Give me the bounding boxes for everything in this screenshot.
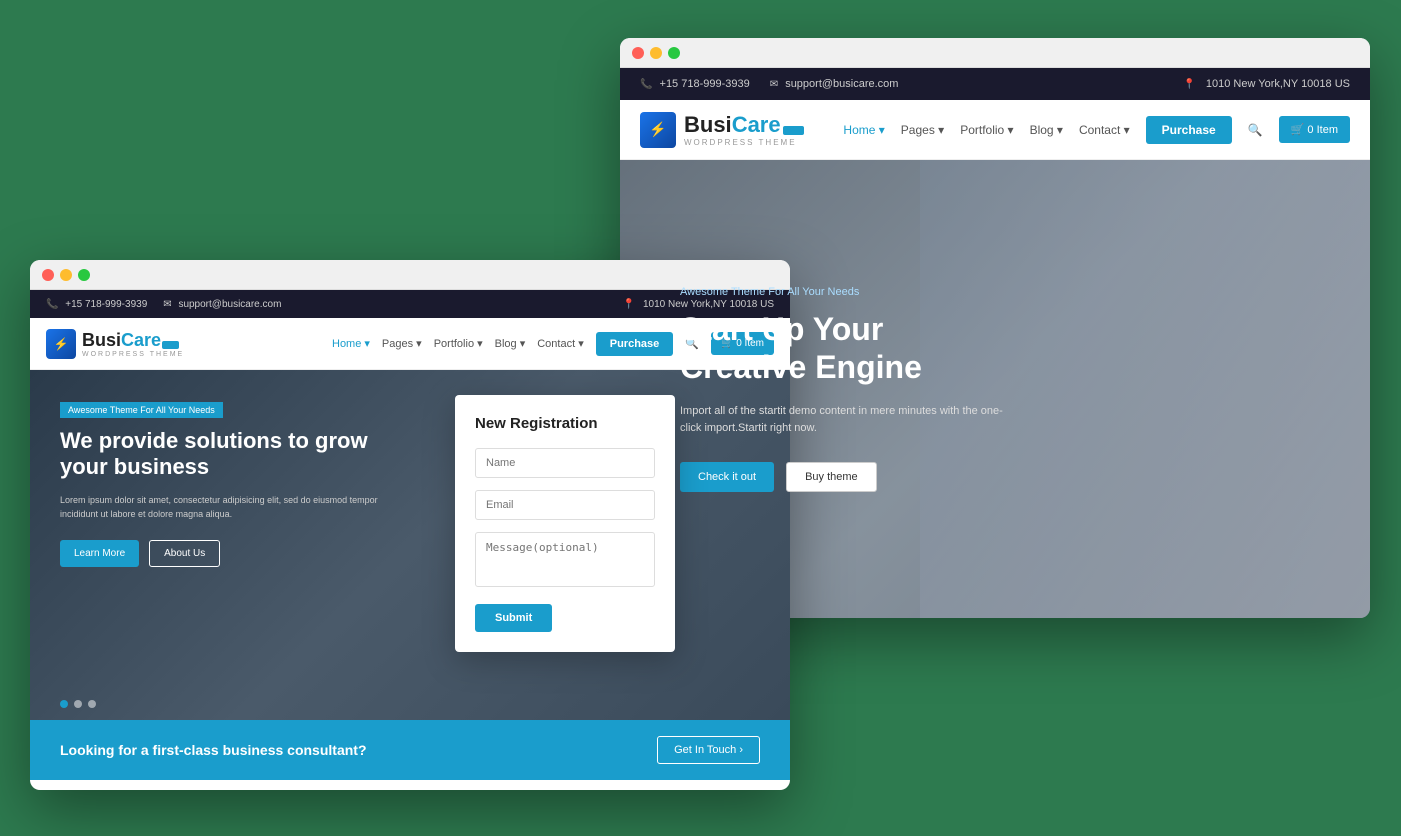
- modal-title: New Registration: [475, 415, 655, 432]
- front-phone-icon: [46, 299, 62, 310]
- name-field: [475, 448, 655, 478]
- back-topbar: +15 718-999-3939 support@busicare.com 10…: [620, 68, 1370, 100]
- back-logo-icon: ⚡: [640, 112, 676, 148]
- front-close-dot[interactable]: [42, 269, 54, 281]
- back-phone: +15 718-999-3939: [640, 78, 750, 90]
- front-minimize-dot[interactable]: [60, 269, 72, 281]
- front-nav-blog[interactable]: Blog ▾: [495, 337, 526, 350]
- front-maximize-dot[interactable]: [78, 269, 90, 281]
- back-hero-body: Import all of the startit demo content i…: [680, 403, 1010, 438]
- back-nav-pages[interactable]: Pages ▾: [901, 123, 944, 137]
- back-navbar: ⚡ BusiCarePRO WORDPRESS THEME Home ▾ Pag…: [620, 100, 1370, 160]
- front-topbar-left: +15 718-999-3939 support@busicare.com: [46, 299, 281, 310]
- back-nav-portfolio[interactable]: Portfolio ▾: [960, 123, 1013, 137]
- back-nav-blog[interactable]: Blog ▾: [1030, 123, 1063, 137]
- back-nav-contact[interactable]: Contact ▾: [1079, 123, 1130, 137]
- back-hero-content: Awesome Theme For All Your Needs Start U…: [620, 246, 1070, 532]
- back-check-button[interactable]: Check it out: [680, 462, 774, 492]
- front-hero-tag: Awesome Theme For All Your Needs: [60, 402, 223, 418]
- front-email: support@busicare.com: [163, 299, 281, 310]
- email-input[interactable]: [475, 490, 655, 520]
- front-logo: ⚡ BusiCarePRO WORDPRESS THEME: [46, 329, 184, 359]
- slider-dot-3[interactable]: [88, 700, 96, 708]
- back-hero-buttons: Check it out Buy theme: [680, 462, 1010, 492]
- front-nav-pages[interactable]: Pages ▾: [382, 337, 422, 350]
- email-field: [475, 490, 655, 520]
- email-icon: [770, 78, 782, 90]
- back-topbar-left: +15 718-999-3939 support@busicare.com: [640, 78, 898, 90]
- back-topbar-right: 1010 New York,NY 10018 US: [1183, 78, 1350, 90]
- front-nav-home[interactable]: Home ▾: [332, 337, 370, 350]
- front-about-button[interactable]: About Us: [149, 540, 220, 567]
- registration-modal: New Registration Submit: [455, 395, 675, 652]
- phone-icon: [640, 78, 656, 90]
- front-hero-buttons: Learn More About Us: [60, 540, 418, 567]
- front-hero-headline: We provide solutions to grow your busine…: [60, 428, 418, 481]
- front-logo-text: BusiCarePRO WORDPRESS THEME: [82, 330, 184, 358]
- front-hero-content: Awesome Theme For All Your Needs We prov…: [30, 370, 448, 597]
- message-input[interactable]: [475, 532, 655, 587]
- back-purchase-button[interactable]: Purchase: [1146, 116, 1232, 144]
- front-logo-icon: ⚡: [46, 329, 76, 359]
- back-email: support@busicare.com: [770, 78, 899, 90]
- front-nav-contact[interactable]: Contact ▾: [537, 337, 584, 350]
- cta-bar: Looking for a first-class business consu…: [30, 720, 790, 780]
- back-search-icon[interactable]: 🔍: [1248, 123, 1263, 137]
- back-nav-home[interactable]: Home ▾: [843, 123, 884, 137]
- back-logo-text: BusiCarePRO WORDPRESS THEME: [684, 112, 804, 147]
- back-browser-window: +15 718-999-3939 support@busicare.com 10…: [620, 38, 1370, 618]
- maximize-dot[interactable]: [668, 47, 680, 59]
- back-buy-button[interactable]: Buy theme: [786, 462, 877, 492]
- minimize-dot[interactable]: [650, 47, 662, 59]
- front-learn-button[interactable]: Learn More: [60, 540, 139, 567]
- cta-text: Looking for a first-class business consu…: [60, 742, 367, 758]
- cta-button[interactable]: Get In Touch ›: [657, 736, 760, 764]
- slider-dot-1[interactable]: [60, 700, 68, 708]
- message-field: [475, 532, 655, 592]
- close-dot[interactable]: [632, 47, 644, 59]
- location-icon: [1183, 78, 1199, 90]
- front-email-icon: [163, 299, 175, 310]
- slider-dots: [60, 700, 96, 708]
- name-input[interactable]: [475, 448, 655, 478]
- back-hero-headline: Start Up Your Creative Engine: [680, 310, 1010, 387]
- front-hero-body: Lorem ipsum dolor sit amet, consectetur …: [60, 493, 418, 522]
- slider-dot-2[interactable]: [74, 700, 82, 708]
- back-titlebar: [620, 38, 1370, 68]
- back-nav-links: Home ▾ Pages ▾ Portfolio ▾ Blog ▾ Contac…: [843, 116, 1350, 144]
- front-phone: +15 718-999-3939: [46, 299, 147, 310]
- submit-button[interactable]: Submit: [475, 604, 552, 632]
- back-cart-button[interactable]: 🛒 0 Item: [1279, 116, 1350, 143]
- back-logo: ⚡ BusiCarePRO WORDPRESS THEME: [640, 112, 804, 148]
- front-nav-portfolio[interactable]: Portfolio ▾: [434, 337, 483, 350]
